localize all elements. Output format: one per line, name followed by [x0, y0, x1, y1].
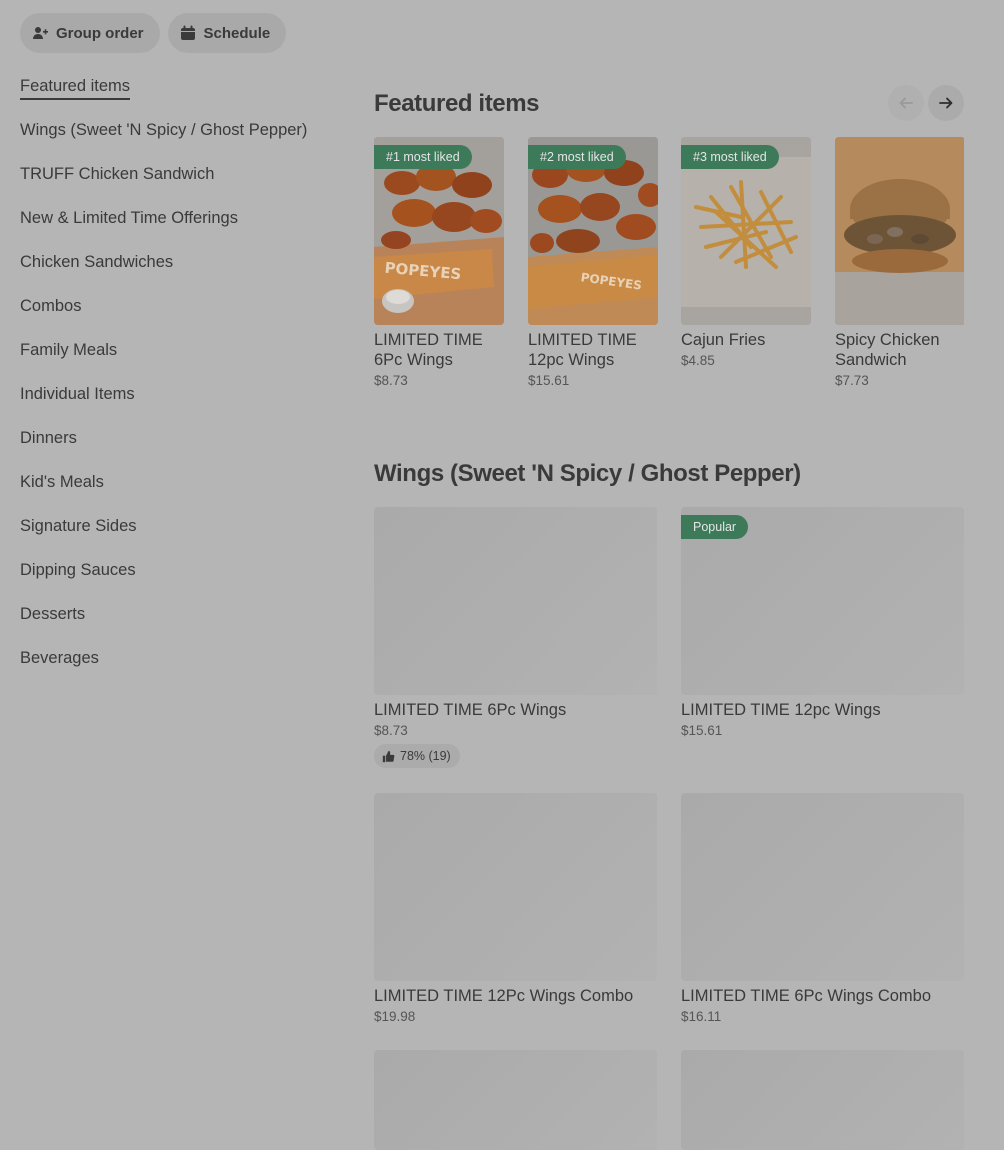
thumbs-up-icon — [382, 750, 395, 762]
group-order-label: Group order — [56, 24, 144, 42]
menu-item-name: LIMITED TIME 6Pc Wings Combo — [681, 987, 932, 1005]
sidebar-item-desserts[interactable]: Desserts — [20, 604, 340, 648]
sidebar-item-label: New & Limited Time Offerings — [20, 209, 238, 227]
sidebar-item-label: Dinners — [20, 429, 77, 447]
sidebar-item-dinners[interactable]: Dinners — [20, 428, 340, 472]
sidebar-item-label: Desserts — [20, 605, 86, 623]
menu-item-name: LIMITED TIME 12Pc Wings Combo — [374, 987, 634, 1005]
schedule-button[interactable]: Schedule — [167, 13, 287, 53]
menu-category-sidebar: Featured items Wings (Sweet 'N Spicy / G… — [20, 76, 340, 692]
featured-item-card[interactable]: POPEYES #2 most liked LIMITED TIME 12pc … — [528, 137, 658, 388]
sidebar-item-label: Individual Items — [20, 385, 135, 403]
menu-item-card[interactable]: Popular LIMITED TIME 12pc Wings $15.61 — [681, 507, 964, 738]
cajun-fries-image: #3 most liked — [681, 137, 811, 325]
calendar-icon — [180, 25, 195, 40]
featured-item-name: LIMITED TIME 12pc Wings — [528, 331, 637, 369]
menu-item-card[interactable]: LIMITED TIME 6Pc Wings $8.73 78% (19) — [374, 507, 657, 768]
rating-text: 78% (19) — [400, 749, 451, 763]
sidebar-item-kids-meals[interactable]: Kid's Meals — [20, 472, 340, 516]
menu-item-name: LIMITED TIME 6Pc Wings — [374, 701, 567, 719]
item-image-placeholder — [374, 793, 657, 981]
sidebar-item-featured-items[interactable]: Featured items — [20, 76, 340, 120]
chicken-sandwich-image — [835, 137, 964, 325]
wings-12pc-image: POPEYES #2 most liked — [528, 137, 658, 325]
featured-section-title: Featured items — [374, 90, 540, 117]
sidebar-item-truff-chicken-sandwich[interactable]: TRUFF Chicken Sandwich — [20, 164, 340, 208]
sidebar-item-label: Kid's Meals — [20, 473, 104, 491]
carousel-next-button[interactable] — [928, 85, 964, 121]
top-actions: Group order Schedule — [20, 13, 287, 53]
add-person-icon — [33, 27, 48, 39]
arrow-right-icon — [939, 97, 953, 109]
most-liked-badge: #2 most liked — [528, 145, 626, 169]
sidebar-item-beverages[interactable]: Beverages — [20, 648, 340, 692]
sidebar-item-wings[interactable]: Wings (Sweet 'N Spicy / Ghost Pepper) — [20, 120, 340, 164]
featured-item-price: $7.73 — [835, 373, 869, 388]
menu-item-price: $15.61 — [681, 723, 723, 738]
item-image-placeholder: Popular — [681, 507, 964, 695]
carousel-controls — [888, 85, 964, 121]
sidebar-item-chicken-sandwiches[interactable]: Chicken Sandwiches — [20, 252, 340, 296]
featured-item-card[interactable]: Spicy Chicken Sandwich $7.73 — [835, 137, 964, 388]
featured-item-name: Spicy Chicken Sandwich — [835, 331, 940, 369]
menu-item-card[interactable]: LIMITED TIME 6Pc Wings Combo $16.11 — [681, 793, 964, 1024]
featured-carousel: POPEYES #1 most liked LIMITED TIME 6Pc W… — [374, 137, 964, 397]
wings-section-title: Wings (Sweet 'N Spicy / Ghost Pepper) — [374, 460, 801, 487]
sidebar-item-label: Wings (Sweet 'N Spicy / Ghost Pepper) — [20, 121, 308, 139]
group-order-button[interactable]: Group order — [20, 13, 160, 53]
sidebar-item-label: Dipping Sauces — [20, 561, 136, 579]
item-image-placeholder — [681, 1050, 964, 1150]
wings-6pc-image: POPEYES #1 most liked — [374, 137, 504, 325]
featured-item-price: $4.85 — [681, 353, 715, 368]
sidebar-item-new-limited-time[interactable]: New & Limited Time Offerings — [20, 208, 340, 252]
menu-item-card[interactable] — [374, 1050, 657, 1150]
sidebar-item-label: TRUFF Chicken Sandwich — [20, 165, 215, 183]
featured-item-name: LIMITED TIME 6Pc Wings — [374, 331, 483, 369]
featured-item-price: $15.61 — [528, 373, 570, 388]
sidebar-item-label: Combos — [20, 297, 82, 315]
sidebar-item-label: Family Meals — [20, 341, 118, 359]
popular-badge: Popular — [681, 515, 749, 539]
sidebar-item-combos[interactable]: Combos — [20, 296, 340, 340]
sidebar-item-family-meals[interactable]: Family Meals — [20, 340, 340, 384]
featured-item-name: Cajun Fries — [681, 331, 766, 349]
sidebar-item-label: Signature Sides — [20, 517, 137, 535]
sidebar-item-individual-items[interactable]: Individual Items — [20, 384, 340, 428]
carousel-prev-button[interactable] — [888, 85, 924, 121]
sidebar-item-label: Chicken Sandwiches — [20, 253, 174, 271]
menu-item-card[interactable]: LIMITED TIME 12Pc Wings Combo $19.98 — [374, 793, 657, 1024]
featured-item-card[interactable]: #3 most liked Cajun Fries $4.85 — [681, 137, 811, 368]
sidebar-item-label: Featured items — [20, 76, 131, 100]
item-image-placeholder — [374, 1050, 657, 1150]
item-image-placeholder — [374, 507, 657, 695]
menu-item-price: $19.98 — [374, 1009, 416, 1024]
sidebar-item-signature-sides[interactable]: Signature Sides — [20, 516, 340, 560]
featured-item-price: $8.73 — [374, 373, 408, 388]
rating-badge: 78% (19) — [374, 744, 460, 768]
menu-item-price: $16.11 — [681, 1009, 722, 1024]
sidebar-item-label: Beverages — [20, 649, 99, 667]
featured-item-card[interactable]: POPEYES #1 most liked LIMITED TIME 6Pc W… — [374, 137, 504, 388]
sidebar-item-dipping-sauces[interactable]: Dipping Sauces — [20, 560, 340, 604]
menu-item-card[interactable] — [681, 1050, 964, 1150]
menu-item-name: LIMITED TIME 12pc Wings — [681, 701, 881, 719]
item-image-placeholder — [681, 793, 964, 981]
arrow-left-icon — [899, 97, 913, 109]
menu-item-price: $8.73 — [374, 723, 408, 738]
most-liked-badge: #3 most liked — [681, 145, 779, 169]
most-liked-badge: #1 most liked — [374, 145, 472, 169]
schedule-label: Schedule — [203, 24, 271, 42]
